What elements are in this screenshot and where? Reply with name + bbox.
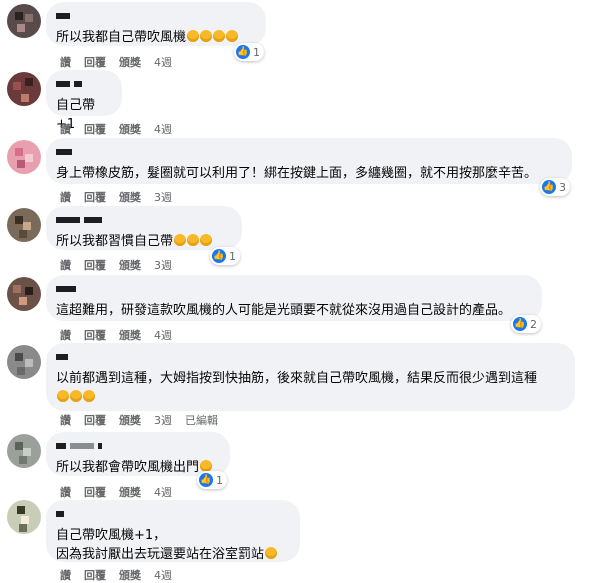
- avatar[interactable]: [7, 140, 41, 174]
- like-button[interactable]: 讚: [60, 54, 71, 70]
- comment-bubble: 身上帶橡皮筋，髮圈就可以利用了！綁在按鍵上面，多纏幾圈，就不用按那麼辛苦。: [46, 138, 572, 184]
- like-icon: 👍: [236, 45, 250, 59]
- timestamp[interactable]: 3週: [154, 412, 172, 428]
- comment-text: 以前都遇到這種，大姆指按到快抽筋，後來就自己帶吹風機，結果反而很少遇到這種: [56, 371, 538, 386]
- reply-button[interactable]: 回覆: [84, 327, 106, 343]
- comment-text: 所以我都會帶吹風機出門: [56, 460, 200, 475]
- avatar[interactable]: [7, 208, 41, 242]
- like-icon: 👍: [212, 249, 226, 263]
- reply-button[interactable]: 回覆: [84, 257, 106, 273]
- timestamp[interactable]: 3週: [154, 189, 172, 205]
- reaction-count[interactable]: 👍 3: [540, 178, 570, 196]
- author-name-redacted[interactable]: [56, 146, 560, 158]
- reply-button[interactable]: 回覆: [84, 54, 106, 70]
- comment-text: 自己帶吹風機+1， 因為我討厭出去玩還要站在浴室罰站: [56, 528, 265, 562]
- comment-bubble: 自己帶+1: [46, 70, 122, 132]
- laughing-emoji-icon: [174, 234, 187, 246]
- author-name-redacted[interactable]: [56, 440, 218, 452]
- timestamp[interactable]: 4週: [154, 121, 172, 137]
- author-name-redacted[interactable]: [56, 508, 288, 520]
- smirk-emoji-icon: [265, 547, 278, 559]
- timestamp[interactable]: 4週: [154, 484, 172, 500]
- reply-button[interactable]: 回覆: [84, 412, 106, 428]
- like-button[interactable]: 讚: [60, 189, 71, 205]
- avatar[interactable]: [7, 277, 41, 311]
- laughing-emoji-icon: [187, 234, 200, 246]
- laughing-emoji-icon: [213, 30, 226, 42]
- like-button[interactable]: 讚: [60, 412, 71, 428]
- avatar[interactable]: [7, 345, 41, 379]
- author-name-redacted[interactable]: [56, 283, 530, 295]
- share-button[interactable]: 頒獎: [119, 412, 141, 428]
- share-button[interactable]: 頒獎: [119, 484, 141, 500]
- like-icon: 👍: [542, 180, 556, 194]
- comment-bubble: 所以我都習慣自己帶: [46, 206, 242, 250]
- timestamp[interactable]: 4週: [154, 54, 172, 70]
- comment-bubble: 以前都遇到這種，大姆指按到快抽筋，後來就自己帶吹風機，結果反而很少遇到這種: [46, 343, 575, 411]
- edited-label[interactable]: 已編輯: [185, 412, 218, 428]
- share-button[interactable]: 頒獎: [119, 189, 141, 205]
- comment-bubble: 所以我都會帶吹風機出門: [46, 432, 230, 476]
- laughing-emoji-icon: [200, 30, 213, 42]
- share-button[interactable]: 頒獎: [119, 257, 141, 273]
- author-name-redacted[interactable]: [56, 10, 254, 22]
- comment-text: 所以我都自己帶吹風機: [56, 30, 187, 45]
- share-button[interactable]: 頒獎: [119, 121, 141, 137]
- reply-button[interactable]: 回覆: [84, 121, 106, 137]
- timestamp[interactable]: 4週: [154, 327, 172, 343]
- avatar[interactable]: [7, 4, 41, 38]
- author-name-redacted[interactable]: [56, 214, 230, 226]
- reply-button[interactable]: 回覆: [84, 484, 106, 500]
- comment-bubble: 這超難用，研發這款吹風機的人可能是光頭要不就從來沒用過自己設計的產品。: [46, 275, 542, 321]
- comment-bubble: 所以我都自己帶吹風機: [46, 2, 266, 46]
- reaction-count[interactable]: 👍 1: [197, 471, 227, 489]
- reply-button[interactable]: 回覆: [84, 189, 106, 205]
- avatar[interactable]: [7, 72, 41, 106]
- reaction-count[interactable]: 👍 2: [511, 315, 541, 333]
- laughing-emoji-icon: [57, 390, 69, 402]
- like-icon: 👍: [199, 473, 213, 487]
- like-button[interactable]: 讚: [60, 327, 71, 343]
- share-button[interactable]: 頒獎: [119, 327, 141, 343]
- comment-text: 身上帶橡皮筋，髮圈就可以利用了！綁在按鍵上面，多纏幾圈，就不用按那麼辛苦。: [56, 166, 538, 181]
- like-button[interactable]: 讚: [60, 484, 71, 500]
- author-name-redacted[interactable]: [56, 351, 563, 363]
- avatar[interactable]: [7, 434, 41, 468]
- share-button[interactable]: 頒獎: [119, 54, 141, 70]
- laughing-emoji-icon: [200, 234, 213, 246]
- like-icon: 👍: [513, 317, 527, 331]
- comment-text: 所以我都習慣自己帶: [56, 234, 174, 249]
- comment-bubble: 自己帶吹風機+1， 因為我討厭出去玩還要站在浴室罰站: [46, 500, 300, 562]
- author-name-redacted[interactable]: [56, 78, 110, 90]
- reaction-count[interactable]: 👍 1: [210, 247, 240, 265]
- like-button[interactable]: 讚: [60, 121, 71, 137]
- timestamp[interactable]: 3週: [154, 257, 172, 273]
- like-button[interactable]: 讚: [60, 257, 71, 273]
- laughing-emoji-icon: [70, 390, 82, 402]
- laughing-emoji-icon: [83, 390, 95, 402]
- reaction-count[interactable]: 👍 1: [234, 43, 264, 61]
- avatar[interactable]: [7, 500, 41, 534]
- comment-text: 這超難用，研發這款吹風機的人可能是光頭要不就從來沒用過自己設計的產品。: [56, 303, 512, 318]
- laughing-emoji-icon: [226, 30, 239, 42]
- laughing-emoji-icon: [187, 30, 200, 42]
